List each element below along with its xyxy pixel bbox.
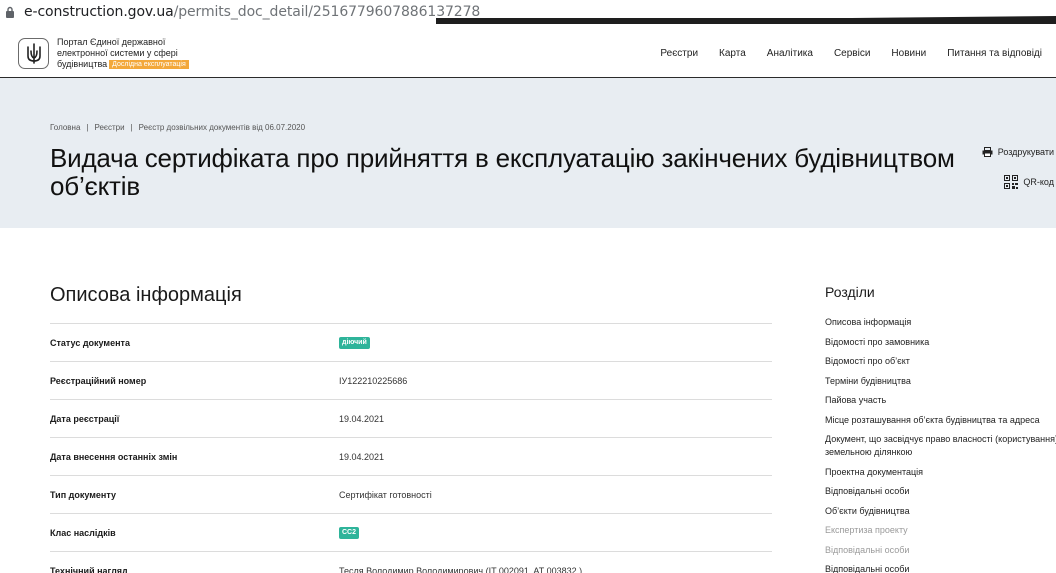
sidebar-link[interactable]: Описова інформація — [825, 316, 1056, 329]
sidebar-sections: Описова інформація Відомості про замовник… — [825, 316, 1056, 573]
print-button[interactable]: Роздрукувати — [982, 147, 1054, 157]
address-bar[interactable]: e-construction.gov.ua/permits_doc_detail… — [0, 0, 1056, 24]
table-row: Дата внесення останніх змін 19.04.2021 — [50, 437, 772, 475]
sidebar-link[interactable]: Відомості про замовника — [825, 336, 1056, 349]
main-nav: Реєстри Карта Аналітика Сервіси Новини П… — [639, 48, 1042, 59]
page-title: Видача сертифіката про прийняття в експл… — [50, 143, 955, 201]
sidebar-link[interactable]: Відповідальні особи — [825, 563, 1056, 573]
breadcrumb-separator: | — [86, 123, 89, 132]
row-label: Технічний нагляд — [50, 565, 128, 573]
print-label: Роздрукувати — [997, 147, 1054, 157]
toolbar-dark-area — [436, 0, 1056, 24]
printer-icon — [982, 147, 993, 157]
breadcrumb-current[interactable]: Реєстр дозвільних документів від 06.07.2… — [139, 123, 305, 132]
portal-name[interactable]: Портал Єдиної державної електронної сист… — [57, 37, 217, 70]
info-table: Статус документа діючий Реєстраційний номе… — [50, 323, 772, 573]
qr-code-button[interactable]: QR-код — [1004, 175, 1054, 189]
breadcrumb: Головна | Реєстри | Реєстр дозвільних до… — [50, 123, 305, 132]
site-header: Портал Єдиної державної електронної сист… — [0, 24, 1056, 78]
table-row: Дата реєстрації 19.04.2021 — [50, 399, 772, 437]
sidebar-link[interactable]: Місце розташування об’єкта будівництва т… — [825, 414, 1056, 427]
url-path[interactable]: /permits_doc_detail/2516779607886137278 — [174, 4, 481, 20]
table-row: Статус документа діючий — [50, 323, 772, 361]
nav-services[interactable]: Сервіси — [834, 48, 870, 59]
row-value: 19.04.2021 — [339, 413, 385, 424]
row-value: діючий — [339, 336, 370, 349]
row-label: Клас наслідків — [50, 527, 116, 538]
sidebar-link[interactable]: Документ, що засвідчує право власності (… — [825, 433, 1056, 459]
row-value: СС2 — [339, 526, 360, 539]
beta-badge: Дослідна експлуатація — [109, 60, 189, 69]
sidebar-link[interactable]: Терміни будівництва — [825, 375, 1056, 388]
row-value: Тесля Володимир Володимирович (IT 002091… — [339, 565, 583, 573]
qr-code-icon — [1004, 175, 1019, 189]
sidebar-link[interactable]: Відповідальні особи — [825, 485, 1056, 498]
trident-logo-icon[interactable] — [18, 38, 49, 69]
url-domain[interactable]: e-construction.gov.ua — [24, 4, 174, 20]
nav-analytics[interactable]: Аналітика — [767, 48, 813, 59]
nav-registries[interactable]: Реєстри — [660, 48, 698, 59]
sidebar-link[interactable]: Проектна документація — [825, 466, 1056, 479]
nav-faq[interactable]: Питання та відповіді — [947, 48, 1042, 59]
row-label: Статус документа — [50, 337, 130, 348]
sidebar-link[interactable]: Пайова участь — [825, 394, 1056, 407]
sidebar-link[interactable]: Відповідальні особи — [825, 544, 1056, 557]
section-title: Описова інформація — [50, 284, 242, 306]
row-label: Реєстраційний номер — [50, 375, 147, 386]
breadcrumb-registries[interactable]: Реєстри — [94, 123, 124, 132]
status-badge: СС2 — [339, 527, 360, 539]
row-label: Тип документу — [50, 489, 116, 500]
portal-line-3: будівництва — [57, 59, 108, 69]
row-value: Сертифікат готовності — [339, 489, 432, 500]
status-badge: діючий — [339, 337, 370, 349]
table-row: Технічний нагляд Тесля Володимир Володими… — [50, 551, 772, 573]
row-value: 19.04.2021 — [339, 451, 385, 462]
row-label: Дата внесення останніх змін — [50, 451, 178, 462]
portal-line-2: електронної системи у сфері — [57, 48, 178, 58]
nav-news[interactable]: Новини — [891, 48, 926, 59]
sidebar-link[interactable]: Об’єкти будівництва — [825, 505, 1056, 518]
breadcrumb-home[interactable]: Головна — [50, 123, 80, 132]
table-row: Реєстраційний номер ІУ122210225686 — [50, 361, 772, 399]
table-row: Клас наслідків СС2 — [50, 513, 772, 551]
sidebar-link[interactable]: Експертиза проекту — [825, 524, 1056, 537]
row-label: Дата реєстрації — [50, 413, 120, 424]
table-row: Тип документу Сертифікат готовності — [50, 475, 772, 513]
sidebar-link[interactable]: Відомості про об’єкт — [825, 355, 1056, 368]
row-value: ІУ122210225686 — [339, 375, 408, 386]
nav-map[interactable]: Карта — [719, 48, 746, 59]
portal-line-1: Портал Єдиної державної — [57, 37, 166, 47]
lock-icon[interactable] — [4, 5, 16, 19]
breadcrumb-separator: | — [130, 123, 133, 132]
qr-label: QR-код — [1023, 177, 1054, 187]
page-hero: Головна | Реєстри | Реєстр дозвільних до… — [0, 78, 1056, 228]
sidebar-title: Розділи — [825, 284, 875, 300]
